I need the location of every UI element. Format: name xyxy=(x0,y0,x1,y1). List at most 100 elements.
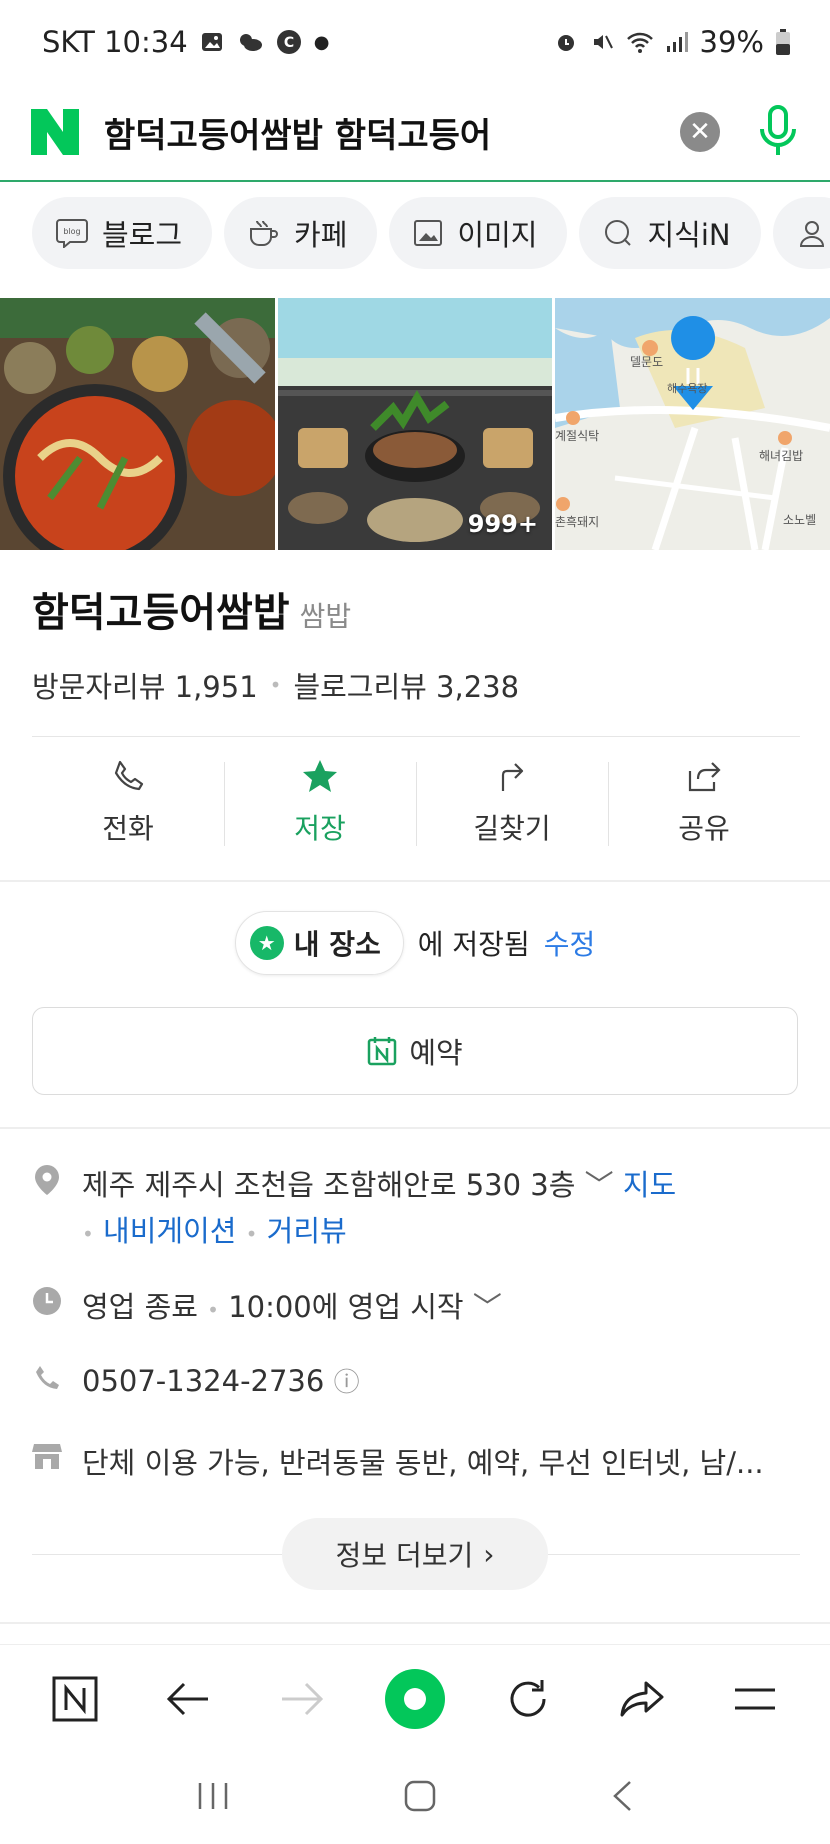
map-label: 해녀김밥 xyxy=(759,449,803,463)
share-button[interactable]: 공유 xyxy=(608,738,800,868)
store-icon xyxy=(32,1440,62,1482)
place-category: 쌈밥 xyxy=(299,600,352,633)
blog-reviews-link[interactable]: 블로그리뷰 3,238 xyxy=(293,664,519,706)
voice-search-button[interactable] xyxy=(756,104,800,160)
tab-label: 블로그 xyxy=(102,218,183,252)
battery-icon xyxy=(776,29,790,55)
carrier-time: SKT 10:34 xyxy=(42,25,188,59)
hours-row[interactable]: 영업 종료 • 10:00에 영업 시작 ﹀ xyxy=(32,1284,802,1326)
green-dot-button[interactable] xyxy=(383,1667,447,1731)
map-link[interactable]: 지도 xyxy=(623,1168,676,1202)
chevron-down-icon[interactable]: ﹀ xyxy=(585,1168,623,1202)
reserve-button[interactable]: 예약 xyxy=(32,1007,798,1095)
phone-number[interactable]: 0507-1324-2736 xyxy=(82,1364,324,1398)
back-button[interactable] xyxy=(156,1667,220,1731)
naver-home-button[interactable] xyxy=(43,1667,107,1731)
hours-status: 영업 종료 xyxy=(82,1290,198,1324)
image-icon xyxy=(413,219,443,247)
refresh-button[interactable] xyxy=(496,1667,560,1731)
separator-dot: • xyxy=(207,1298,219,1322)
tab-blog[interactable]: blog 블로그 xyxy=(32,197,213,269)
location-map[interactable]: 델문도 해수욕장 해녀김밥 계절식탁 촌흑돼지 소노벨 xyxy=(555,298,830,550)
share-page-button[interactable] xyxy=(610,1667,674,1731)
phone-icon xyxy=(114,760,144,791)
food-photo-table[interactable]: 999+ xyxy=(278,298,552,550)
microphone-icon xyxy=(760,105,796,155)
tab-person[interactable] xyxy=(772,197,830,269)
svg-text:blog: blog xyxy=(63,227,80,236)
visitor-reviews-link[interactable]: 방문자리뷰 1,951 xyxy=(32,664,258,706)
saved-text: 에 저장됨 xyxy=(417,928,530,961)
place-name[interactable]: 함덕고등어쌈밥 xyxy=(32,580,290,638)
recent-apps-button[interactable] xyxy=(196,1781,230,1815)
review-counts: 방문자리뷰 1,951 • 블로그리뷰 3,238 xyxy=(32,664,802,706)
search-query[interactable]: 함덕고등어쌈밥 함덕고등어 xyxy=(104,108,680,157)
tab-label: 이미지 xyxy=(457,218,538,252)
share-label: 공유 xyxy=(678,812,730,845)
more-notifications-dot-icon: ● xyxy=(313,31,330,53)
street-view-link[interactable]: 거리뷰 xyxy=(267,1214,347,1248)
tab-cafe[interactable]: 카페 xyxy=(224,197,378,269)
place-header: 함덕고등어쌈밥 쌈밥 방문자리뷰 1,951 • 블로그리뷰 3,238 xyxy=(32,580,802,706)
refresh-icon xyxy=(510,1679,546,1717)
recent-apps-icon xyxy=(199,1783,228,1809)
cafe-cup-icon xyxy=(248,218,280,248)
weather-notification-icon xyxy=(236,30,264,54)
mute-icon xyxy=(590,30,614,54)
directions-icon xyxy=(501,763,524,791)
clock-icon xyxy=(32,1284,62,1326)
edit-link[interactable]: 수정 xyxy=(544,923,596,963)
tab-knowledge-in[interactable]: 지식iN xyxy=(579,197,761,269)
directions-label: 길찾기 xyxy=(473,812,551,845)
naver-logo[interactable] xyxy=(30,109,80,155)
call-label: 전화 xyxy=(102,812,154,845)
home-icon xyxy=(404,1780,436,1812)
forward-button[interactable] xyxy=(270,1667,334,1731)
chevron-down-icon[interactable]: ﹀ xyxy=(473,1290,502,1324)
my-places-chip[interactable]: ★ 내 장소 xyxy=(234,911,404,975)
menu-button[interactable] xyxy=(723,1667,787,1731)
arrow-left-icon xyxy=(167,1682,209,1715)
more-info-button[interactable]: 정보 더보기 › xyxy=(282,1518,548,1590)
address-row: 제주 제주시 조천읍 조함해안로 530 3층 ﹀ 지도 • 내비게이션 • 거… xyxy=(32,1162,802,1257)
save-button[interactable]: 저장 xyxy=(224,738,416,868)
clear-search-button[interactable]: ✕ xyxy=(680,112,720,152)
navigation-link[interactable]: 내비게이션 xyxy=(103,1214,236,1248)
svg-text:C: C xyxy=(284,35,294,51)
phone-icon xyxy=(32,1362,62,1399)
home-button[interactable] xyxy=(403,1779,437,1817)
action-buttons: 전화 저장 길찾기 공유 xyxy=(32,738,800,868)
green-dot-icon xyxy=(384,1668,445,1729)
naver-n-icon xyxy=(52,1676,98,1721)
more-info-label: 정보 더보기 xyxy=(335,1539,474,1572)
chevron-left-icon xyxy=(612,1781,631,1811)
map-label: 델문도 xyxy=(630,355,663,369)
hamburger-menu-icon xyxy=(735,1688,776,1709)
phone-row: 0507-1324-2736 ⓘ xyxy=(32,1362,802,1399)
hours-next-open: 10:00에 영업 시작 xyxy=(228,1290,464,1324)
close-icon: ✕ xyxy=(689,117,711,147)
photo-count-badge: 999+ xyxy=(467,510,538,538)
info-icon[interactable]: ⓘ xyxy=(334,1368,360,1398)
blog-icon: blog xyxy=(56,218,88,248)
photo-gallery: 999+ 델문도 해수욕장 해녀김밥 계절식탁 촌흑돼지 소노벨 xyxy=(0,298,830,550)
food-photo-stew[interactable] xyxy=(0,298,275,550)
status-left: SKT 10:34 C ● xyxy=(42,25,329,59)
reserve-label: 예약 xyxy=(409,1036,463,1070)
call-button[interactable]: 전화 xyxy=(32,738,224,868)
address-text: 제주 제주시 조천읍 조함해안로 530 3층 xyxy=(82,1168,576,1202)
alarm-icon xyxy=(554,30,578,54)
star-badge-icon: ★ xyxy=(249,926,284,960)
system-nav-bar xyxy=(0,1752,830,1844)
system-back-button[interactable] xyxy=(610,1779,634,1817)
amenities-text[interactable]: 단체 이용 가능, 반려동물 동반, 예약, 무선 인터넷, 남/... xyxy=(82,1440,764,1482)
search-tabs: blog 블로그 카페 이미지 지식iN xyxy=(0,182,830,284)
separator-dot: • xyxy=(82,1222,94,1246)
directions-button[interactable]: 길찾기 xyxy=(416,738,608,868)
save-label: 저장 xyxy=(294,812,346,845)
map-label: 촌흑돼지 xyxy=(555,515,599,529)
amenities-row: 단체 이용 가능, 반려동물 동반, 예약, 무선 인터넷, 남/... xyxy=(32,1440,802,1482)
saved-status: ★ 내 장소 에 저장됨 수정 xyxy=(0,908,830,978)
chevron-right-icon: › xyxy=(483,1537,495,1571)
tab-image[interactable]: 이미지 xyxy=(389,197,568,269)
